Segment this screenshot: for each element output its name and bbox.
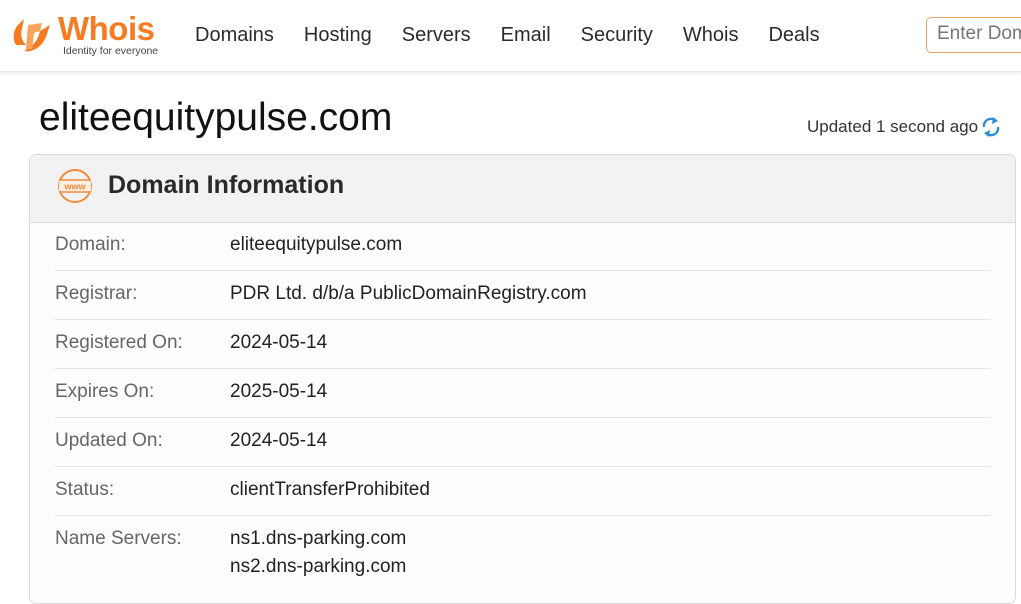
www-icon: www [56, 168, 94, 208]
row-value: eliteequitypulse.com [230, 234, 403, 255]
row-value: PDR Ltd. d/b/a PublicDomainRegistry.com [230, 283, 587, 304]
nav-hosting[interactable]: Hosting [304, 24, 372, 47]
row-label: Domain: [55, 234, 126, 255]
card-title: Domain Information [108, 171, 345, 199]
domain-search-input[interactable]: Enter Domain or IP [926, 17, 1021, 53]
domain-info-card: www Domain Information Domain: eliteequi… [29, 154, 1016, 604]
row-label: Status: [55, 479, 115, 500]
row-value: clientTransferProhibited [230, 479, 430, 500]
row-value: 2024-05-14 [230, 430, 328, 451]
row-label: Registrar: [55, 283, 138, 304]
name-server-1[interactable]: ns1.dns-parking.com [230, 528, 406, 550]
row-label: Name Servers: [55, 528, 182, 549]
row-registrar: Registrar: PDR Ltd. d/b/a PublicDomainRe… [55, 271, 990, 320]
nav-security[interactable]: Security [581, 24, 653, 47]
nav-email[interactable]: Email [501, 24, 551, 47]
row-value: 2024-05-14 [230, 332, 328, 353]
row-label: Updated On: [55, 430, 163, 451]
row-status: Status: clientTransferProhibited [55, 467, 990, 516]
row-name-servers: Name Servers: ns1.dns-parking.com ns2.dn… [55, 516, 990, 596]
nav-deals[interactable]: Deals [768, 24, 819, 47]
row-expires-on: Expires On: 2025-05-14 [55, 369, 990, 418]
nav-whois[interactable]: Whois [683, 24, 739, 47]
page-title: eliteequitypulse.com [39, 96, 393, 139]
logo-tagline: Identity for everyone [63, 45, 159, 57]
main-nav: Domains Hosting Servers Email Security W… [195, 24, 850, 47]
whois-logo-icon [13, 19, 50, 52]
row-domain: Domain: eliteequitypulse.com [55, 222, 990, 271]
row-value: 2025-05-14 [230, 381, 328, 402]
card-header: www Domain Information [30, 155, 1015, 223]
www-icon-text: www [63, 182, 86, 192]
name-server-2[interactable]: ns2.dns-parking.com [230, 556, 406, 578]
row-updated-on: Updated On: 2024-05-14 [55, 418, 990, 467]
nav-domains[interactable]: Domains [195, 24, 274, 47]
row-label: Expires On: [55, 381, 155, 402]
refresh-icon[interactable] [980, 115, 1002, 143]
logo-wordmark: Whois [58, 10, 155, 47]
row-registered-on: Registered On: 2024-05-14 [55, 320, 990, 369]
nav-servers[interactable]: Servers [402, 24, 471, 47]
row-label: Registered On: [55, 332, 183, 353]
info-rows: Domain: eliteequitypulse.com Registrar: … [55, 222, 990, 596]
updated-status: Updated 1 second ago [807, 117, 979, 136]
whois-logo[interactable]: Whois Identity for everyone [10, 10, 160, 59]
top-navbar: Whois Identity for everyone Domains Host… [0, 0, 1021, 72]
